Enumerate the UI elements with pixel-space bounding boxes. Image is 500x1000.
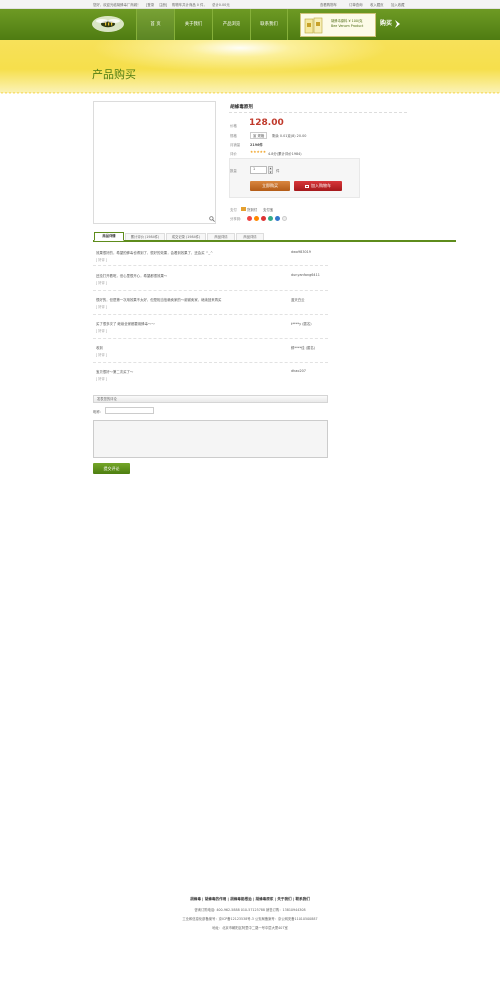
- tab-transactions[interactable]: 成交记录 (1984件): [166, 233, 206, 240]
- product-box-icon: [304, 17, 323, 34]
- add-to-cart-label: 加入购物车: [311, 183, 331, 188]
- review-user: dunyanfang6411: [291, 273, 320, 277]
- review-user: t****y (匿名): [291, 322, 312, 326]
- spec-option[interactable]: 宣 规格: [250, 132, 268, 139]
- footer-contact: 咨询订购电话: 400-962-5888 010-57125788 销售订购：1…: [194, 908, 306, 912]
- add-to-cart-button[interactable]: 加入购物车: [294, 181, 342, 191]
- footer-icp: 工业和信息化部备案号：京ICP备12123538号-3 公安局备案号：京公网安备…: [182, 917, 318, 921]
- cart-total: 总计0.00元: [212, 3, 230, 7]
- review-divider: [93, 290, 328, 291]
- submit-comment-button[interactable]: 提交评论: [93, 463, 130, 474]
- tab-reviews[interactable]: 累计评价 (1984件): [125, 233, 165, 240]
- weibo-share-icon[interactable]: [247, 216, 252, 221]
- buy-now-button[interactable]: 立即购买: [250, 181, 290, 191]
- review-user: dwo983019: [291, 250, 311, 254]
- tab-product-details[interactable]: 商品详情: [94, 232, 124, 241]
- more-share-icon[interactable]: [282, 216, 287, 221]
- review-divider: [93, 265, 328, 266]
- douban-share-icon[interactable]: [268, 216, 273, 221]
- review-tag: [ 好评 ]: [96, 377, 107, 381]
- review-divider: [93, 314, 328, 315]
- cart-summary: 购物车共计商品 0 件，: [172, 3, 207, 7]
- review-user: 鲜****佳 (匿名): [291, 346, 316, 350]
- top-link-favorite[interactable]: 加入收藏: [391, 2, 405, 7]
- share-label: 分享到:: [230, 217, 242, 221]
- nav-home[interactable]: 首 页: [136, 9, 174, 40]
- login-link[interactable]: [登录: [146, 2, 154, 7]
- rating-text[interactable]: 4.8分(累计评价1984): [268, 151, 302, 156]
- sales-label: 月销量: [230, 143, 241, 147]
- chevron-down-icon[interactable]: ▼: [269, 171, 272, 175]
- tab-details-2[interactable]: 商品详情: [207, 233, 235, 240]
- spec-label: 规格: [230, 134, 237, 138]
- logo[interactable]: [90, 12, 126, 36]
- review-tag: [ 好评 ]: [96, 281, 107, 285]
- tencent-share-icon[interactable]: [275, 216, 280, 221]
- product-price: 128.00: [249, 118, 284, 128]
- review-tag: [ 好评 ]: [96, 353, 107, 357]
- product-divider: [229, 112, 407, 113]
- qty-unit: 件: [276, 169, 280, 173]
- review-text: 效果很好的，希望的蜂毒也得到了，很好的效果，会看到效果了，还会买 ^_^: [96, 251, 213, 255]
- footer-links[interactable]: 胡蜂毒 | 胡蜂毒的作用 | 胡蜂毒能根治 | 胡蜂毒原浆 | 关于我们 | 联…: [0, 897, 500, 902]
- review-text: 很好的，但是第一次用效果不太好，但是相当信赖卖家的～谢谢卖家，继续回来再买: [96, 298, 222, 302]
- quantity-input[interactable]: 1: [250, 166, 267, 174]
- nickname-input[interactable]: [105, 407, 154, 414]
- quantity-stepper[interactable]: ▲ ▼: [268, 166, 273, 174]
- price-label: 价格: [230, 124, 237, 128]
- review-text: 还没打开看呢，但心里很开心，希望都很效果～: [96, 274, 168, 278]
- payment-cod: 货到付: [247, 208, 258, 212]
- top-link-homepage[interactable]: 收入藏页: [370, 2, 384, 7]
- welcome-text: 您好，欢迎光临胡蜂毒厂商城！: [93, 3, 141, 7]
- buy-link[interactable]: 购买: [380, 18, 402, 28]
- stock-text: 剩余 0.01克(8) 20.00: [272, 134, 307, 138]
- review-tag: [ 好评 ]: [96, 305, 107, 309]
- review-user: 蓝天白云: [291, 298, 305, 302]
- rating-stars: ★★★★★: [250, 150, 267, 154]
- buy-label: 购买: [380, 20, 393, 27]
- banner: [0, 40, 500, 93]
- review-tag: [ 好评 ]: [96, 329, 107, 333]
- product-image[interactable]: [93, 101, 216, 224]
- qty-label: 数量: [230, 169, 237, 173]
- payment-label: 支付: [230, 208, 237, 212]
- nav-products[interactable]: 产品浏览: [212, 9, 250, 40]
- promo-line-2: Bee Venom Product: [331, 24, 364, 28]
- hornet-logo-icon: [92, 16, 124, 32]
- review-text: 收到: [96, 346, 103, 350]
- arrow-right-icon: [395, 19, 401, 28]
- review-text: 宝贝很好～第二次买了～: [96, 370, 134, 374]
- product-name: 胡蜂毒原剂: [230, 105, 253, 110]
- rating-label: 评价: [230, 152, 237, 156]
- purchase-box: [229, 158, 360, 198]
- cod-icon: [241, 207, 246, 211]
- top-bar: 您好，欢迎光临胡蜂毒厂商城！ [登录 注册] 购物车共计商品 0 件， 总计0.…: [0, 0, 500, 9]
- top-link-orders[interactable]: 订单查询: [349, 2, 363, 7]
- tab-details-3[interactable]: 商品详情: [236, 233, 264, 240]
- register-link[interactable]: 注册]: [159, 2, 167, 7]
- qzone-share-icon[interactable]: [254, 216, 259, 221]
- top-link-cart[interactable]: 查看购物车: [320, 2, 337, 7]
- comment-header: 发表您的评论: [93, 395, 328, 403]
- comment-textarea[interactable]: [93, 420, 328, 458]
- renren-share-icon[interactable]: [261, 216, 266, 221]
- nav-about[interactable]: 关于我们: [174, 9, 212, 40]
- promo-banner[interactable]: 胡蜂毒原料 ¥ 100/克 Bee Venom Product: [300, 13, 376, 37]
- banner-title: 产品购买: [92, 68, 136, 81]
- review-user: dhao207: [291, 369, 306, 373]
- review-divider: [93, 338, 328, 339]
- zoom-icon[interactable]: [209, 216, 215, 224]
- nickname-label: 昵称：: [93, 410, 104, 414]
- footer-address: 地址：北京市朝阳区阿里中二路一号中层大厦407室: [212, 926, 288, 930]
- payment-alipay: 支付宝: [263, 208, 274, 212]
- sales-value: 2196件: [250, 143, 263, 147]
- review-text: 买了很多次了 继续全家都要用蜂毒～～: [96, 322, 155, 326]
- banner-scallop-border: [0, 92, 500, 96]
- cart-icon: [305, 184, 309, 188]
- review-tag: [ 好评 ]: [96, 258, 107, 262]
- nav-contact[interactable]: 联系我们: [250, 9, 288, 40]
- review-divider: [93, 362, 328, 363]
